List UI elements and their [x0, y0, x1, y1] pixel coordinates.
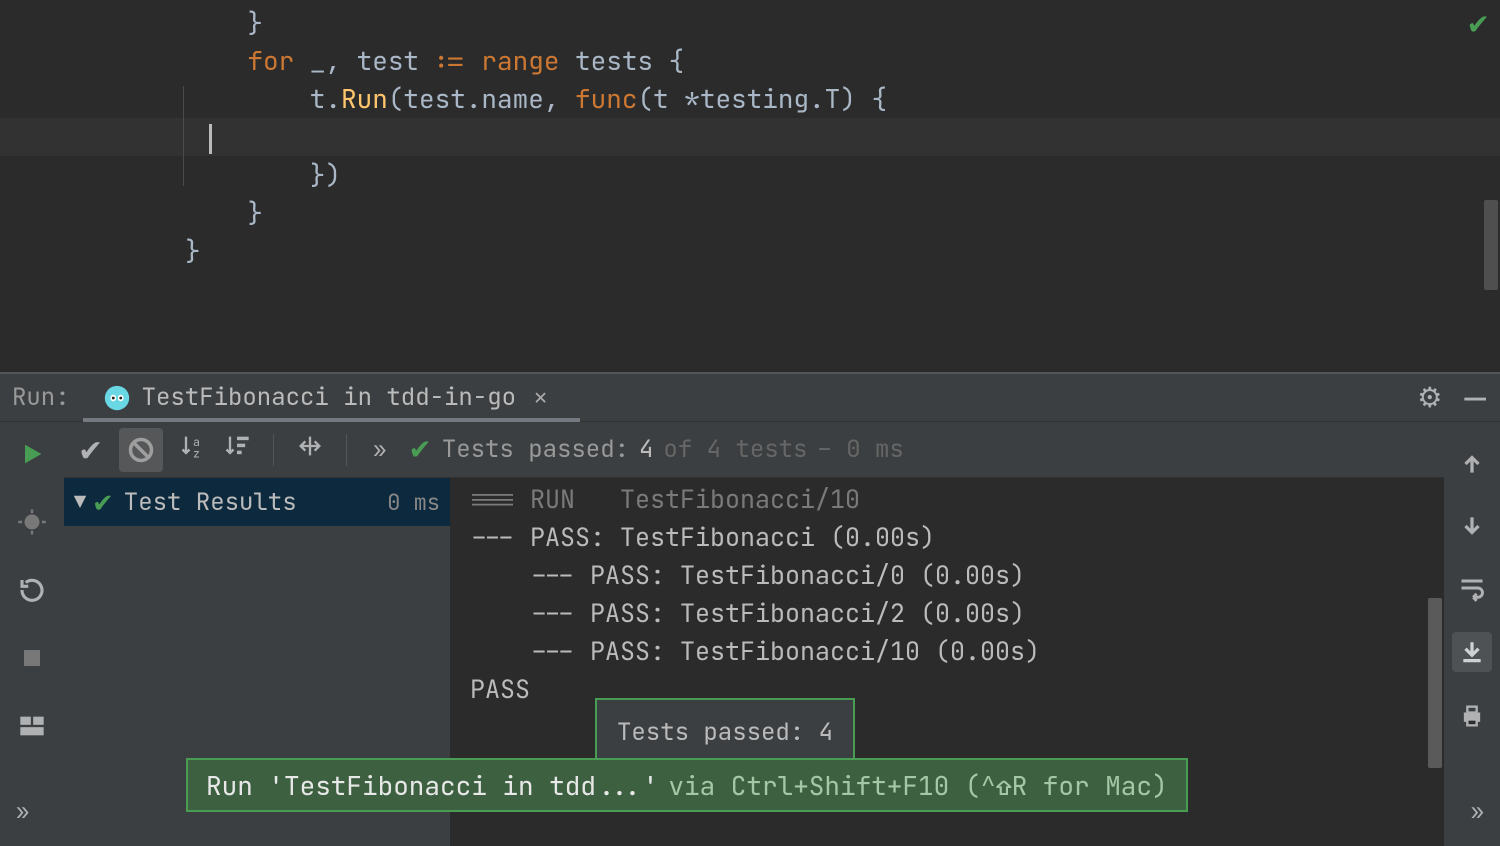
- go-file-icon: [102, 383, 132, 413]
- svg-text:z: z: [193, 446, 200, 459]
- hint-strong: Run 'TestFibonacci in tdd...': [206, 768, 658, 803]
- test-tree-root[interactable]: ▼ ✔ Test Results 0 ms: [64, 478, 450, 526]
- test-summary: ✔ Tests passed: 4 of 4 tests – 0 ms: [408, 431, 903, 468]
- tests-passed-popup: Tests passed: 4: [595, 698, 855, 766]
- console-line: --- PASS: TestFibonacci/10 (0.00s): [470, 632, 1434, 670]
- code-cursor-line[interactable]: [0, 118, 1500, 156]
- collapse-arrow-icon[interactable]: ▼: [74, 489, 86, 515]
- hint-rest: via Ctrl+Shift+F10 (^⇧R for Mac): [668, 768, 1167, 803]
- rerun-icon[interactable]: [14, 436, 50, 472]
- settings-icon[interactable]: ⚙: [1417, 379, 1442, 416]
- code-line: }: [185, 194, 1500, 232]
- more-options-icon[interactable]: »: [373, 435, 386, 464]
- pass-check-icon: ✔: [92, 485, 114, 520]
- code-editor[interactable]: } for _, test := range tests { t.Run(tes…: [0, 0, 1500, 372]
- code-line: for _, test := range tests {: [185, 42, 1500, 80]
- run-right-toolbar: [1444, 422, 1500, 846]
- expand-all-icon[interactable]: [296, 432, 324, 468]
- test-toolbar: ✔ az » ✔ Tests passed: 4 of 4 tests – 0 …: [64, 422, 1444, 478]
- run-tab-title: TestFibonacci in tdd-in-go: [142, 382, 516, 413]
- test-tree-root-label: Test Results: [124, 487, 297, 518]
- test-tree-root-time: 0 ms: [387, 488, 440, 517]
- scroll-down-icon[interactable]: [1454, 508, 1490, 544]
- run-tab-active[interactable]: TestFibonacci in tdd-in-go ✕: [102, 374, 548, 422]
- console-line: --- PASS: TestFibonacci/0 (0.00s): [470, 556, 1434, 594]
- tests-passed-count: 4: [639, 434, 653, 465]
- show-passed-icon[interactable]: ✔: [78, 430, 103, 470]
- console-line: --- PASS: TestFibonacci (0.00s): [470, 518, 1434, 556]
- tests-of-total: of 4 tests: [663, 434, 807, 465]
- editor-scrollbar[interactable]: [1484, 200, 1498, 290]
- console-scrollbar[interactable]: [1428, 598, 1442, 768]
- stop-icon[interactable]: [14, 640, 50, 676]
- text-cursor: [209, 124, 212, 154]
- tests-passed-label: Tests passed:: [442, 434, 629, 465]
- console-line: --- PASS: TestFibonacci/2 (0.00s): [470, 594, 1434, 632]
- popup-text: Tests passed: 4: [617, 717, 833, 748]
- run-hint-banner[interactable]: Run 'TestFibonacci in tdd...' via Ctrl+S…: [186, 758, 1188, 812]
- run-left-toolbar: [0, 422, 64, 846]
- tab-underline: [83, 418, 580, 422]
- code-line: }: [185, 232, 1500, 270]
- indent-guide: [183, 86, 184, 186]
- print-icon[interactable]: [1454, 698, 1490, 734]
- show-ignored-icon[interactable]: [119, 428, 163, 472]
- layout-icon[interactable]: [14, 708, 50, 744]
- inspection-ok-icon[interactable]: ✔: [1467, 6, 1490, 44]
- debug-icon[interactable]: [14, 504, 50, 540]
- sort-alphabetical-icon[interactable]: az: [179, 432, 207, 468]
- more-tools-icon[interactable]: »: [1471, 797, 1484, 826]
- code-line: t.Run(test.name, func(t *testing.T) {: [185, 80, 1500, 118]
- close-tab-icon[interactable]: ✕: [534, 383, 547, 412]
- scroll-to-end-icon[interactable]: [1452, 632, 1492, 672]
- toolbar-divider: [346, 434, 347, 466]
- scroll-up-icon[interactable]: [1454, 446, 1490, 482]
- code-line: }: [185, 4, 1500, 42]
- sort-duration-icon[interactable]: [223, 432, 251, 468]
- pass-check-icon: ✔: [408, 431, 431, 468]
- soft-wrap-icon[interactable]: [1454, 570, 1490, 606]
- tool-windows-toggle-icon[interactable]: »: [16, 797, 29, 826]
- run-label: Run:: [12, 382, 70, 413]
- toolbar-divider: [273, 434, 274, 466]
- console-line: === RUN TestFibonacci/10: [470, 480, 1434, 518]
- tests-time: – 0 ms: [817, 434, 903, 465]
- rerun-failed-icon[interactable]: [14, 572, 50, 608]
- run-panel-header: Run: TestFibonacci in tdd-in-go ✕ ⚙ —: [0, 374, 1500, 422]
- code-line: }): [185, 156, 1500, 194]
